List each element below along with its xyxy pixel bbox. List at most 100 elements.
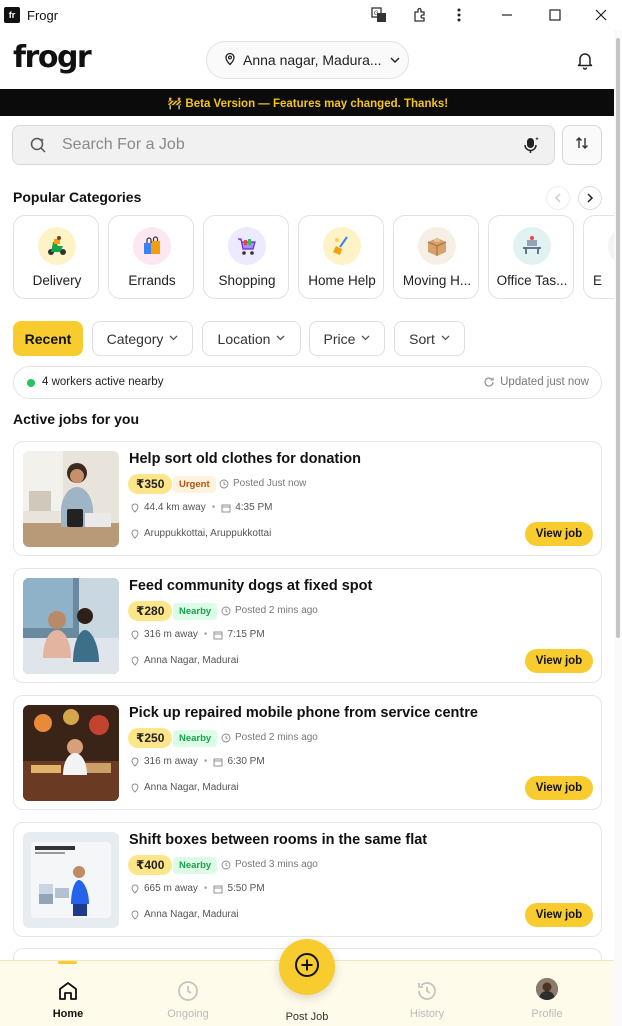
- posted-text: Posted 3 mins ago: [235, 859, 318, 870]
- job-posted: Posted 3 mins ago: [221, 859, 318, 870]
- clock-icon: [176, 979, 200, 1003]
- minimize-icon[interactable]: [495, 4, 519, 26]
- nav-label: Profile: [531, 1008, 563, 1020]
- job-price: ₹280: [128, 601, 173, 621]
- location-selector[interactable]: Anna nagar, Madura...: [206, 41, 409, 79]
- category-errands[interactable]: Errands: [108, 215, 194, 299]
- location-pin-icon: [223, 52, 237, 69]
- location-pin-icon: [131, 656, 139, 666]
- job-distance: 44.4 km away: [144, 502, 206, 513]
- workers-active-text: 4 workers active nearby: [42, 376, 164, 388]
- online-dot-icon: [27, 379, 35, 387]
- urgent-badge: Urgent: [173, 476, 216, 493]
- view-job-button[interactable]: View job: [525, 776, 593, 800]
- categories-row: Delivery Errands Shopping Home Help Movi…: [13, 215, 614, 299]
- more-menu-icon[interactable]: [447, 4, 471, 26]
- job-distance: 316 m away: [144, 756, 198, 767]
- job-price: ₹250: [128, 728, 173, 748]
- job-time: 6:30 PM: [227, 756, 265, 767]
- calendar-icon: [213, 631, 223, 639]
- home-icon: [56, 979, 80, 1003]
- job-card[interactable]: Feed community dogs at fixed spot ₹280 N…: [13, 568, 602, 683]
- view-job-button[interactable]: View job: [525, 649, 593, 673]
- category-home-help[interactable]: Home Help: [298, 215, 384, 299]
- job-card[interactable]: Shift boxes between rooms in the same fl…: [13, 822, 602, 937]
- job-address: Anna Nagar, Madurai: [130, 655, 239, 666]
- calendar-icon: [213, 758, 223, 766]
- jobs-section-title: Active jobs for you: [13, 411, 140, 427]
- clock-icon: [219, 479, 229, 488]
- nav-ongoing[interactable]: Ongoing: [148, 961, 228, 1026]
- address-text: Anna Nagar, Madurai: [144, 782, 239, 793]
- category-label: Shopping: [218, 273, 276, 288]
- filter-location[interactable]: Location: [202, 321, 301, 356]
- category-shopping[interactable]: Shopping: [203, 215, 289, 299]
- delivery-scooter-icon: [38, 227, 76, 265]
- close-icon[interactable]: [589, 4, 613, 26]
- frogr-logo[interactable]: frogr: [13, 40, 92, 75]
- nearby-badge: Nearby: [173, 857, 218, 874]
- job-posted: Posted Just now: [219, 478, 306, 489]
- updated-text: Updated just now: [500, 376, 589, 388]
- job-time: 7:15 PM: [227, 629, 265, 640]
- view-job-button[interactable]: View job: [525, 522, 593, 546]
- chevron-down-icon: [361, 333, 370, 344]
- filter-category[interactable]: Category: [92, 321, 193, 356]
- bell-icon[interactable]: [575, 50, 595, 70]
- address-text: Aruppukkottai, Aruppukkottai: [144, 528, 272, 539]
- nav-label: Home: [52, 1008, 84, 1020]
- scrollbar-thumb[interactable]: [616, 38, 620, 638]
- category-delivery[interactable]: Delivery: [13, 215, 99, 299]
- avatar[interactable]: [536, 978, 558, 1000]
- posted-text: Posted Just now: [233, 478, 307, 489]
- maximize-icon[interactable]: [543, 4, 567, 26]
- filter-price[interactable]: Price: [309, 321, 385, 356]
- chevron-down-icon: [169, 333, 178, 344]
- filter-label: Sort: [409, 330, 435, 347]
- category-office-tasks[interactable]: Office Tas...: [488, 215, 574, 299]
- sort-toggle-button[interactable]: [562, 125, 602, 165]
- address-text: Anna Nagar, Madurai: [144, 909, 239, 920]
- categories-prev-button[interactable]: [546, 186, 570, 210]
- posted-text: Posted 2 mins ago: [235, 605, 318, 616]
- filter-sort[interactable]: Sort: [394, 321, 465, 356]
- job-time: 4:35 PM: [235, 502, 273, 513]
- mic-icon[interactable]: [521, 135, 541, 155]
- category-moving-help[interactable]: Moving H...: [393, 215, 479, 299]
- job-card[interactable]: Pick up repaired mobile phone from servi…: [13, 695, 602, 810]
- translate-icon[interactable]: G: [367, 4, 391, 26]
- location-pin-icon: [131, 503, 139, 513]
- categories-next-button[interactable]: [578, 186, 602, 210]
- job-address: Anna Nagar, Madurai: [130, 782, 239, 793]
- updated-status[interactable]: Updated just now: [483, 376, 589, 388]
- search-input[interactable]: Search For a Job: [12, 125, 555, 165]
- job-title: Feed community dogs at fixed spot: [129, 578, 373, 594]
- nearby-badge: Nearby: [173, 730, 218, 747]
- filter-recent[interactable]: Recent: [13, 321, 83, 356]
- filter-label: Recent: [24, 330, 72, 347]
- job-posted: Posted 2 mins ago: [221, 732, 318, 743]
- box-icon: [418, 227, 456, 265]
- extensions-icon[interactable]: [408, 4, 432, 26]
- nav-home[interactable]: Home: [28, 961, 108, 1026]
- nearby-badge: Nearby: [173, 603, 218, 620]
- category-more[interactable]: E: [583, 215, 614, 299]
- nav-label: Ongoing: [167, 1008, 209, 1020]
- history-icon: [415, 979, 439, 1003]
- job-distance: 665 m away: [144, 883, 198, 894]
- job-meta: 44.4 km away • 4:35 PM: [130, 502, 272, 513]
- window-title: Frogr: [27, 7, 59, 23]
- location-pin-icon: [131, 884, 139, 894]
- scrollbar[interactable]: [614, 30, 622, 1026]
- job-title: Help sort old clothes for donation: [129, 451, 361, 467]
- view-job-button[interactable]: View job: [525, 903, 593, 927]
- post-job-button[interactable]: [279, 939, 335, 995]
- category-label: Errands: [128, 273, 176, 288]
- job-posted: Posted 2 mins ago: [221, 605, 318, 616]
- sort-arrows-icon: [574, 135, 590, 156]
- job-title: Pick up repaired mobile phone from servi…: [129, 705, 478, 721]
- chevron-down-icon: [276, 333, 285, 344]
- nav-history[interactable]: History: [387, 961, 467, 1026]
- job-card[interactable]: Help sort old clothes for donation ₹350 …: [13, 441, 602, 556]
- filter-label: Location: [217, 330, 271, 347]
